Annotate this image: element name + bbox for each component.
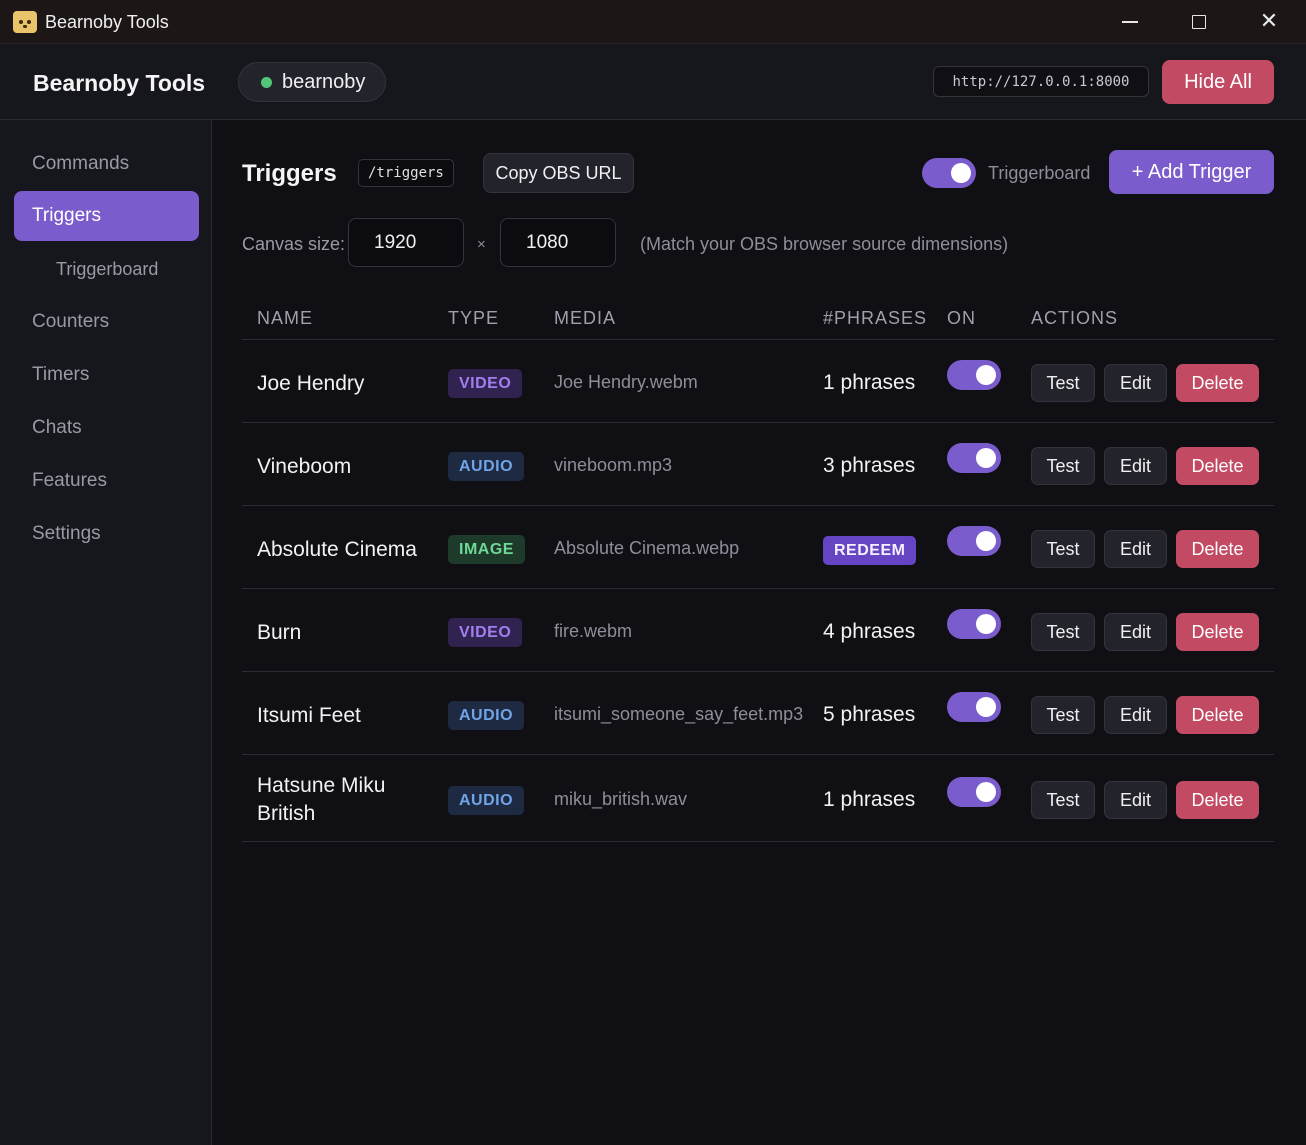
- media-file: Joe Hendry.webm: [554, 372, 698, 392]
- type-badge: AUDIO: [448, 452, 525, 481]
- triggerboard-toggle[interactable]: [922, 158, 976, 188]
- route-path-tag: /triggers: [358, 159, 454, 187]
- column-header-on: ON: [947, 308, 976, 328]
- maximize-icon: [1192, 15, 1206, 29]
- online-status-dot: [261, 76, 272, 88]
- delete-button[interactable]: Delete: [1176, 613, 1259, 651]
- table-row: Joe Hendry VIDEO Joe Hendry.webm 1 phras…: [242, 340, 1274, 423]
- column-header-type: TYPE: [448, 308, 500, 328]
- table-row: Absolute Cinema IMAGE Absolute Cinema.we…: [242, 506, 1274, 589]
- minimize-button[interactable]: [1107, 0, 1153, 44]
- bear-app-icon: [13, 11, 37, 33]
- delete-button[interactable]: Delete: [1176, 696, 1259, 734]
- sidebar-item-chats[interactable]: Chats: [14, 403, 199, 453]
- redeem-badge: REDEEM: [823, 536, 917, 565]
- enabled-toggle[interactable]: [947, 526, 1001, 556]
- sidebar-item-features[interactable]: Features: [14, 456, 199, 506]
- phrase-count: 1 phrases: [823, 788, 916, 811]
- trigger-name: Itsumi Feet: [257, 704, 361, 727]
- edit-button[interactable]: Edit: [1104, 530, 1167, 568]
- test-button[interactable]: Test: [1031, 530, 1095, 568]
- phrase-count: 1 phrases: [823, 371, 916, 394]
- phrase-count: 3 phrases: [823, 454, 916, 477]
- edit-button[interactable]: Edit: [1104, 447, 1167, 485]
- media-file: itsumi_someone_say_feet.mp3: [554, 704, 804, 724]
- canvas-width-input[interactable]: [348, 218, 464, 267]
- edit-button[interactable]: Edit: [1104, 364, 1167, 402]
- sidebar-item-settings[interactable]: Settings: [14, 509, 199, 559]
- window-titlebar: Bearnoby Tools ✕: [0, 0, 1306, 44]
- username: bearnoby: [282, 70, 366, 93]
- enabled-toggle[interactable]: [947, 360, 1001, 390]
- sidebar-item-triggers[interactable]: Triggers: [14, 191, 199, 241]
- type-badge: VIDEO: [448, 618, 523, 647]
- edit-button[interactable]: Edit: [1104, 613, 1167, 651]
- table-row: Burn VIDEO fire.webm 4 phrases Test Edit…: [242, 589, 1274, 672]
- triggerboard-toggle-label: Triggerboard: [988, 163, 1091, 183]
- main-content: Triggers /triggers Copy OBS URL Triggerb…: [212, 120, 1306, 1145]
- media-file: Absolute Cinema.webp: [554, 538, 740, 558]
- trigger-name: Hatsune Miku British: [257, 774, 386, 825]
- canvas-size-label: Canvas size:: [242, 234, 346, 254]
- test-button[interactable]: Test: [1031, 613, 1095, 651]
- delete-button[interactable]: Delete: [1176, 781, 1259, 819]
- enabled-toggle[interactable]: [947, 609, 1001, 639]
- user-status-pill: bearnoby: [238, 62, 387, 102]
- close-icon: ✕: [1259, 9, 1279, 34]
- delete-button[interactable]: Delete: [1176, 447, 1259, 485]
- column-header-name: NAME: [257, 308, 314, 328]
- brand-title: Bearnoby Tools: [33, 70, 206, 96]
- test-button[interactable]: Test: [1031, 447, 1095, 485]
- phrase-count: 4 phrases: [823, 620, 916, 643]
- sidebar-item-counters[interactable]: Counters: [14, 297, 199, 347]
- table-row: Vineboom AUDIO vineboom.mp3 3 phrases Te…: [242, 423, 1274, 506]
- media-file: fire.webm: [554, 621, 633, 641]
- triggers-table: NAME TYPE MEDIA #PHRASES ON ACTIONS Joe …: [242, 300, 1274, 842]
- phrase-count: 5 phrases: [823, 703, 916, 726]
- minimize-icon: [1122, 21, 1138, 23]
- trigger-name: Joe Hendry: [257, 372, 365, 395]
- type-badge: AUDIO: [448, 786, 525, 815]
- server-url[interactable]: http://127.0.0.1:8000: [933, 66, 1149, 97]
- close-window-button[interactable]: ✕: [1246, 0, 1292, 44]
- sidebar: Commands Triggers Triggerboard Counters …: [0, 120, 212, 1145]
- enabled-toggle[interactable]: [947, 443, 1001, 473]
- copy-obs-url-button[interactable]: Copy OBS URL: [483, 153, 634, 193]
- table-header: NAME TYPE MEDIA #PHRASES ON ACTIONS: [242, 300, 1274, 340]
- enabled-toggle[interactable]: [947, 692, 1001, 722]
- edit-button[interactable]: Edit: [1104, 696, 1167, 734]
- sidebar-item-triggerboard[interactable]: Triggerboard: [14, 244, 199, 294]
- page-title: Triggers: [242, 160, 337, 187]
- type-badge: IMAGE: [448, 535, 525, 564]
- trigger-name: Vineboom: [257, 455, 352, 478]
- add-trigger-button[interactable]: + Add Trigger: [1109, 150, 1274, 194]
- type-badge: AUDIO: [448, 701, 525, 730]
- delete-button[interactable]: Delete: [1176, 364, 1259, 402]
- table-row: Itsumi Feet AUDIO itsumi_someone_say_fee…: [242, 672, 1274, 755]
- media-file: vineboom.mp3: [554, 455, 673, 475]
- table-row: Hatsune Miku British AUDIO miku_british.…: [242, 755, 1274, 842]
- enabled-toggle[interactable]: [947, 777, 1001, 807]
- column-header-media: MEDIA: [554, 308, 617, 328]
- canvas-size-hint: (Match your OBS browser source dimension…: [640, 234, 1009, 254]
- delete-button[interactable]: Delete: [1176, 530, 1259, 568]
- type-badge: VIDEO: [448, 369, 523, 398]
- test-button[interactable]: Test: [1031, 364, 1095, 402]
- trigger-name: Absolute Cinema: [257, 538, 417, 561]
- window-title: Bearnoby Tools: [45, 12, 169, 32]
- sidebar-item-timers[interactable]: Timers: [14, 350, 199, 400]
- column-header-actions: ACTIONS: [1031, 308, 1119, 328]
- sidebar-item-commands[interactable]: Commands: [14, 139, 199, 189]
- canvas-size-separator: ×: [477, 236, 486, 253]
- trigger-name: Burn: [257, 621, 302, 644]
- edit-button[interactable]: Edit: [1104, 781, 1167, 819]
- canvas-height-input[interactable]: [500, 218, 616, 267]
- test-button[interactable]: Test: [1031, 696, 1095, 734]
- app-header: Bearnoby Tools bearnoby http://127.0.0.1…: [0, 44, 1306, 120]
- test-button[interactable]: Test: [1031, 781, 1095, 819]
- hide-all-button[interactable]: Hide All: [1162, 60, 1274, 104]
- media-file: miku_british.wav: [554, 789, 688, 809]
- column-header-phrases: #PHRASES: [823, 308, 928, 328]
- maximize-button[interactable]: [1176, 0, 1222, 44]
